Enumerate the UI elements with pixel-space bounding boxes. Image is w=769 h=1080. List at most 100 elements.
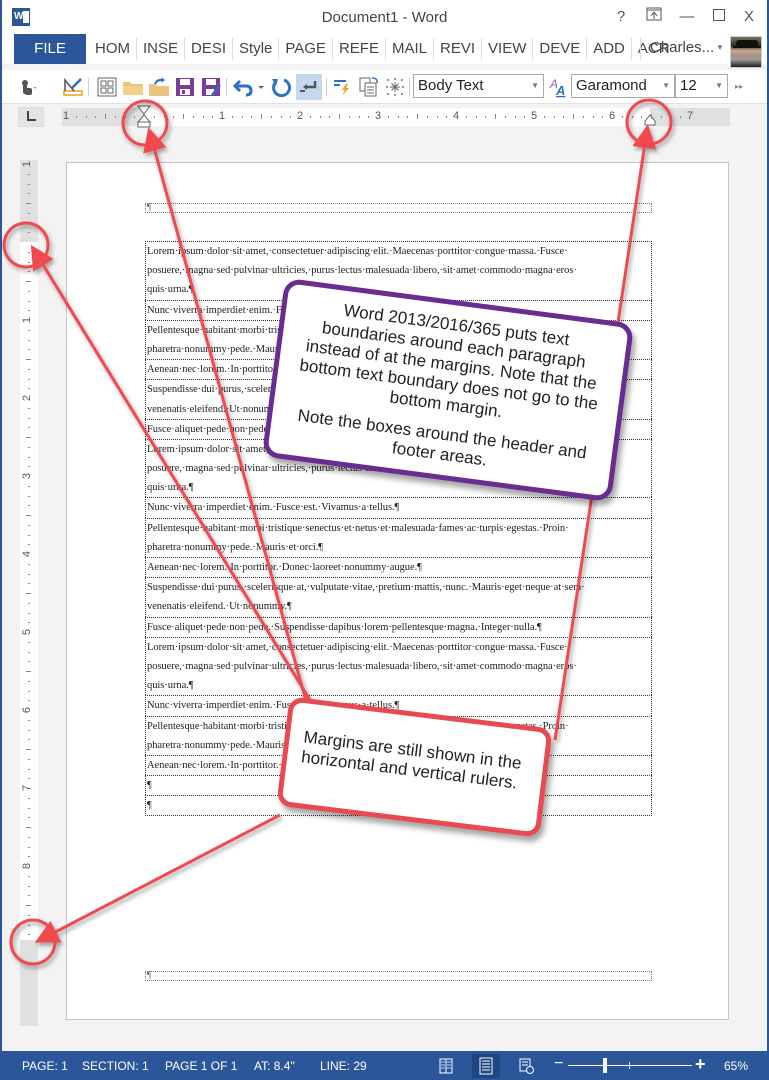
document-page[interactable]: ¶ Lorem·ipsum·dolor·sit·amet,·consectetu… <box>66 162 729 1020</box>
styles-flash-icon[interactable] <box>332 76 354 98</box>
quick-access-toolbar: Body Text ▼ AA Garamond ▼ 12 ▼ ▸▸ <box>2 70 767 104</box>
save-as-icon[interactable] <box>200 76 222 98</box>
ruler-tick <box>26 203 31 204</box>
status-section[interactable]: SECTION: 1 <box>82 1059 149 1073</box>
print-layout-button[interactable] <box>472 1054 500 1078</box>
paragraph[interactable]: Pellentesque·habitant·morbi·tristique·se… <box>145 715 652 755</box>
ruler-tick <box>28 173 30 175</box>
font-size-dropdown[interactable]: 12 ▼ <box>675 74 728 98</box>
web-layout-button[interactable] <box>512 1054 540 1078</box>
ruler-tick <box>28 641 30 643</box>
paragraph-line: Nunc·viverra·imperdiet·enim.·Fusce·est.·… <box>147 700 400 712</box>
vertical-ruler[interactable]: 1 1 2 3 4 5 6 7 8 <box>20 160 38 1026</box>
zoom-out-button[interactable]: − <box>554 1055 563 1073</box>
zoom-slider-center-tick <box>629 1062 630 1069</box>
zoom-level[interactable]: 65% <box>724 1059 748 1073</box>
horizontal-ruler[interactable]: 1 1 2 3 4 5 6 7 <box>62 105 730 129</box>
redo-icon[interactable] <box>270 76 292 98</box>
touch-mode-icon[interactable] <box>16 76 38 98</box>
paragraph[interactable]: ¶ <box>145 775 652 796</box>
tab-file[interactable]: FILE <box>14 34 86 64</box>
chevron-down-icon[interactable]: ▼ <box>716 43 724 52</box>
paragraph[interactable]: ¶ <box>145 795 652 817</box>
tab-home[interactable]: HOM <box>92 34 133 64</box>
paragraph[interactable]: Fusce·aliquet·pede·non·pede.·Suspendisse… <box>145 616 652 637</box>
ruler-tick <box>28 690 30 692</box>
ruler-tick <box>28 758 30 760</box>
folder-up-icon[interactable] <box>148 76 170 98</box>
ribbon-display-options-button[interactable] <box>642 6 666 28</box>
tab-developer[interactable]: DEVE <box>536 34 583 64</box>
font-name-dropdown[interactable]: Garamond ▼ <box>571 74 675 98</box>
ruler-tick <box>28 875 30 877</box>
document-body[interactable]: Lorem·ipsum·dolor·sit·amet,·consectetuer… <box>145 241 652 817</box>
paragraph[interactable]: Nunc·viverra·imperdiet·enim.·Fusce·est.·… <box>145 497 652 518</box>
ruler-tick <box>28 895 30 897</box>
toolbar-overflow-button[interactable]: ▸▸ <box>735 76 757 98</box>
paragraph[interactable]: Fusce·aliquet·pede·non·pede.·Suspendisse… <box>145 418 652 439</box>
tab-page-layout[interactable]: PAGE <box>282 34 329 64</box>
tab-mailings[interactable]: MAIL <box>389 34 430 64</box>
read-mode-button[interactable] <box>432 1054 460 1078</box>
user-account-name[interactable]: Charles... <box>650 34 714 62</box>
ruler-edit-icon[interactable] <box>62 76 84 98</box>
return-icon[interactable] <box>296 74 322 100</box>
tab-insert[interactable]: INSE <box>140 34 181 64</box>
avatar[interactable] <box>730 36 762 68</box>
zoom-slider-thumb[interactable] <box>603 1058 608 1073</box>
paragraph[interactable]: Pellentesque·habitant·morbi·tristique·se… <box>145 319 652 360</box>
ruler-tick <box>28 846 30 848</box>
ruler-tick <box>173 116 175 118</box>
indent-marker-icon[interactable] <box>136 105 152 129</box>
grid-icon[interactable] <box>96 76 118 98</box>
ruler-tick <box>280 116 282 118</box>
tab-style[interactable]: Style <box>236 34 275 64</box>
undo-dropdown-chevron-icon[interactable] <box>256 76 266 98</box>
ruler-tick <box>514 116 516 118</box>
ruler-tick <box>28 290 30 292</box>
status-at[interactable]: AT: 8.4" <box>254 1059 295 1073</box>
font-color-style-icon[interactable]: AA <box>548 76 570 98</box>
ruler-tick <box>28 524 30 526</box>
sparkle-icon[interactable] <box>384 76 406 98</box>
close-button[interactable]: X <box>737 6 761 28</box>
tab-design[interactable]: DESI <box>188 34 229 64</box>
status-page[interactable]: PAGE: 1 <box>22 1059 68 1073</box>
tab-add-ins[interactable]: ADD <box>590 34 628 64</box>
paragraph[interactable]: Lorem·ipsum·dolor·sit·amet,·consectetuer… <box>145 438 652 498</box>
paragraph[interactable]: Nunc·viverra·imperdiet·enim.·Fusce·est.·… <box>145 299 652 320</box>
header-area[interactable]: ¶ <box>145 202 652 213</box>
copy-format-icon[interactable] <box>358 76 380 98</box>
paragraph[interactable]: Nunc·viverra·imperdiet·enim.·Fusce·est.·… <box>145 695 652 716</box>
ruler-number: 2 <box>21 394 34 402</box>
ruler-tick <box>75 116 77 118</box>
zoom-in-button[interactable]: + <box>695 1054 706 1075</box>
paragraph[interactable]: Pellentesque·habitant·morbi·tristique·se… <box>145 517 652 557</box>
status-page-of[interactable]: PAGE 1 OF 1 <box>165 1059 237 1073</box>
undo-icon[interactable] <box>232 76 254 98</box>
paragraph[interactable]: Lorem·ipsum·dolor·sit·amet,·consectetuer… <box>145 636 652 696</box>
save-icon[interactable] <box>174 76 196 98</box>
paragraph[interactable]: Suspendisse·dui·purus,·scelerisque·at,·v… <box>145 577 652 617</box>
paragraph-line: venenatis·eleifend.·Ut·nonummy.¶ <box>147 601 292 613</box>
paragraph[interactable]: Suspendisse·dui·purus,·scelerisque·at,·v… <box>145 379 652 419</box>
open-folder-icon[interactable] <box>122 76 144 98</box>
paragraph[interactable]: Lorem·ipsum·dolor·sit·amet,·consectetuer… <box>145 241 652 300</box>
paragraph-line: Fusce·aliquet·pede·non·pede.·Suspendisse… <box>147 621 542 633</box>
style-dropdown[interactable]: Body Text ▼ <box>413 74 544 98</box>
tab-references[interactable]: REFE <box>336 34 382 64</box>
status-line[interactable]: LINE: 29 <box>320 1059 367 1073</box>
tab-view[interactable]: VIEW <box>485 34 529 64</box>
paragraph[interactable]: Aenean·nec·lorem.·In·porttitor.·Donec·la… <box>145 557 652 578</box>
footer-area[interactable]: ¶ <box>145 970 652 981</box>
tab-review[interactable]: REVI <box>437 34 478 64</box>
paragraph[interactable]: Aenean·nec·lorem.·In·porttitor.·Donec·la… <box>145 754 652 776</box>
help-button[interactable]: ? <box>609 6 633 28</box>
tab-selector-button[interactable] <box>18 107 44 127</box>
minimize-button[interactable]: — <box>675 6 699 28</box>
ruler-tick <box>26 359 31 360</box>
zoom-slider-track[interactable] <box>568 1065 692 1066</box>
right-indent-marker-icon[interactable] <box>644 114 656 126</box>
maximize-button[interactable] <box>707 6 731 28</box>
paragraph[interactable]: Aenean·nec·lorem.·In·porttitor.·Donec·la… <box>145 359 652 380</box>
